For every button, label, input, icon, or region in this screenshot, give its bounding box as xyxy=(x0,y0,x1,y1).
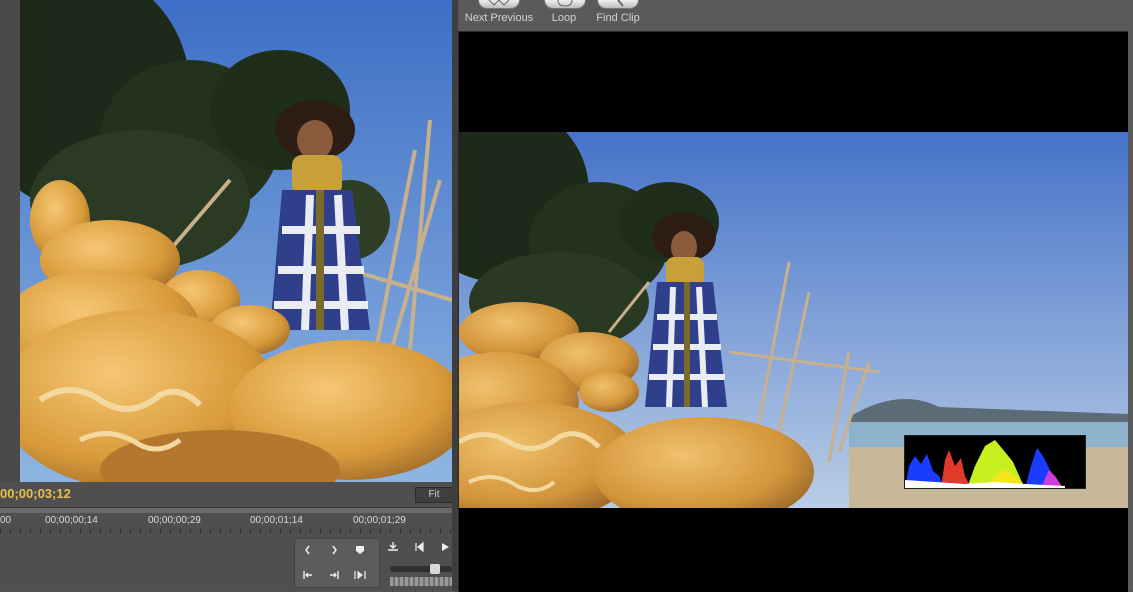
go-to-in-icon xyxy=(303,571,312,579)
add-marker-button[interactable] xyxy=(349,541,371,559)
find-clip-button[interactable]: Find Clip xyxy=(592,0,644,24)
step-back-icon xyxy=(415,541,424,553)
program-monitor-panel: Next Previous Loop Find Clip xyxy=(458,0,1133,592)
ruler-ticks xyxy=(0,529,452,533)
go-to-previous-marker-button[interactable] xyxy=(382,538,404,556)
play-in-out-icon xyxy=(354,570,366,580)
next-previous-icon xyxy=(478,0,520,9)
jog-handle[interactable] xyxy=(430,564,440,574)
marker-controls xyxy=(294,538,380,588)
ruler-label: 00;00;00;14 xyxy=(45,515,98,526)
play-icon xyxy=(442,543,449,551)
go-to-out-icon xyxy=(330,571,339,579)
source-time-ruler[interactable]: 00 00;00;00;14 00;00;00;29 00;00;01;14 0… xyxy=(0,513,452,533)
set-in-point-button[interactable] xyxy=(297,541,319,559)
ruler-label: 00 xyxy=(0,515,12,526)
jog-slider[interactable] xyxy=(390,564,452,574)
loop-icon xyxy=(544,0,586,9)
source-monitor-frame xyxy=(20,0,452,482)
find-clip-icon xyxy=(597,0,639,9)
color-histogram xyxy=(904,435,1086,489)
source-timecode[interactable]: 00;00;03;12 xyxy=(0,486,71,501)
program-video-frame xyxy=(459,132,1128,508)
source-monitor-gutter xyxy=(0,0,20,482)
previous-marker-icon xyxy=(388,542,398,551)
ruler-label: 00;00;01;29 xyxy=(353,515,406,526)
step-back-button[interactable] xyxy=(408,538,430,556)
histogram-graph xyxy=(905,436,1085,488)
out-point-icon xyxy=(332,545,337,555)
program-toolbar: Next Previous Loop Find Clip xyxy=(458,0,1133,30)
fit-dropdown[interactable]: Fit xyxy=(415,487,453,503)
set-out-point-button[interactable] xyxy=(323,541,345,559)
ruler-label: 00;00;00;29 xyxy=(148,515,201,526)
ruler-label: 00;00;01;14 xyxy=(250,515,303,526)
program-viewer[interactable] xyxy=(458,31,1128,592)
find-clip-label: Find Clip xyxy=(596,12,640,24)
next-previous-button[interactable]: Next Previous xyxy=(460,0,538,24)
source-monitor-panel: 00;00;03;12 Fit 00 00;00;00;14 00;00;00;… xyxy=(0,0,453,591)
loop-label: Loop xyxy=(551,12,577,24)
shuttle-control[interactable] xyxy=(390,577,452,586)
play-in-to-out-button[interactable] xyxy=(349,566,371,584)
source-video-image xyxy=(20,0,452,482)
playback-controls xyxy=(380,538,452,562)
loop-button[interactable]: Loop xyxy=(544,0,586,24)
go-to-in-button[interactable] xyxy=(297,566,319,584)
next-previous-label: Next Previous xyxy=(464,12,534,24)
go-to-out-button[interactable] xyxy=(323,566,345,584)
in-point-icon xyxy=(305,545,310,555)
marker-icon xyxy=(356,546,364,554)
